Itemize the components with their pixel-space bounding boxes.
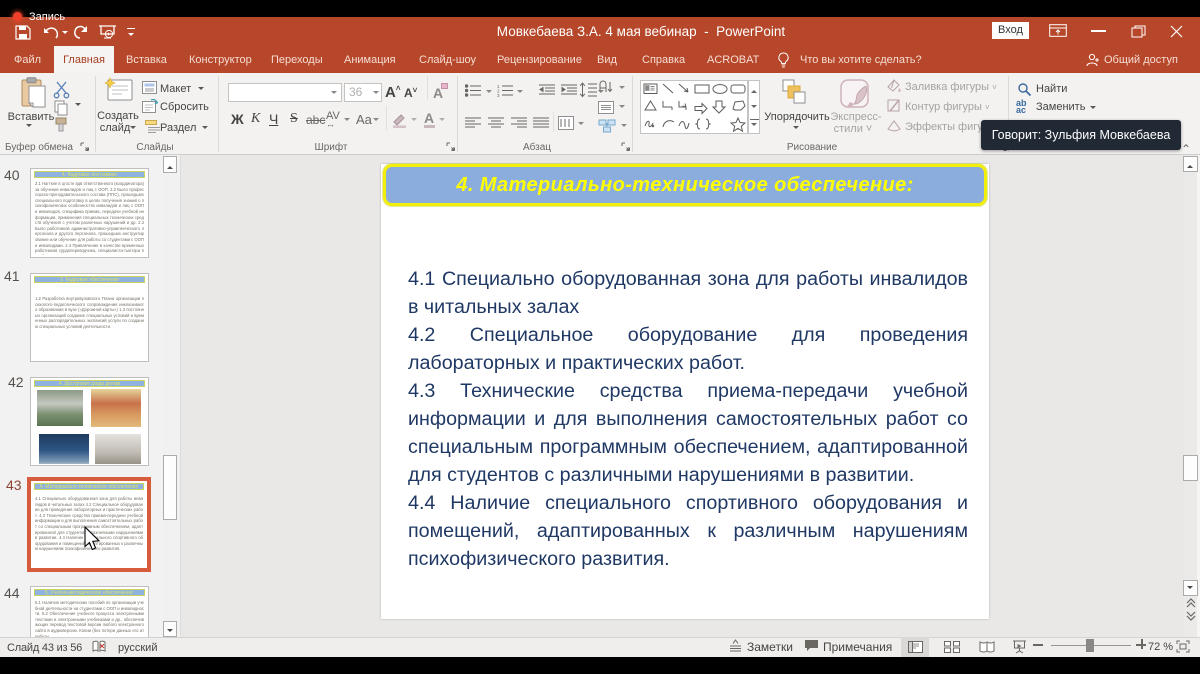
svg-text:3: 3	[497, 93, 500, 97]
